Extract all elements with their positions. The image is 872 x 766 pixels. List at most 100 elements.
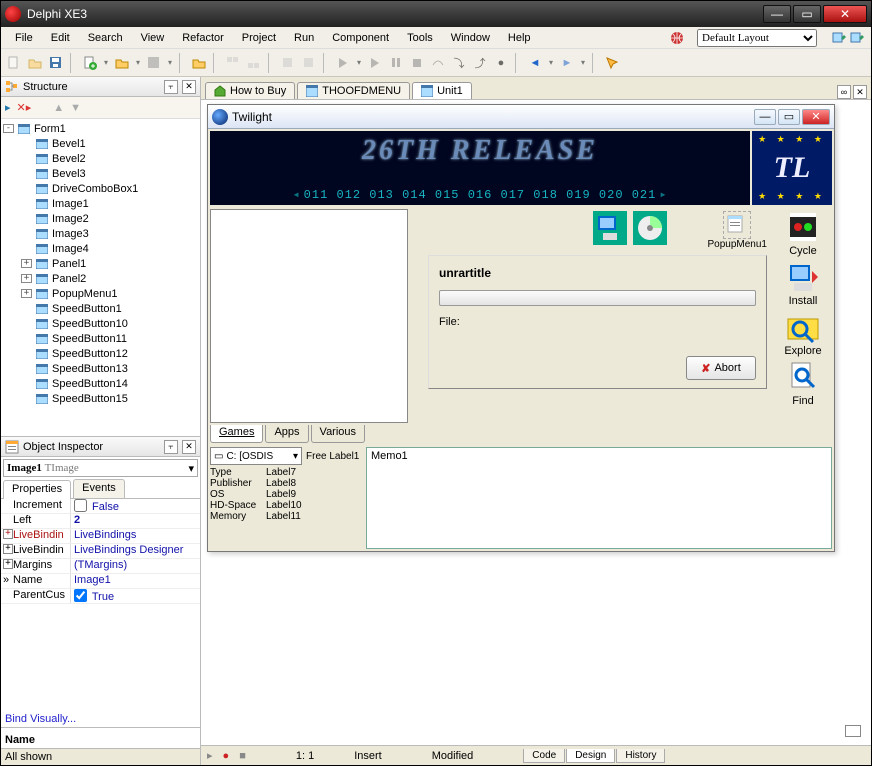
step-over-icon[interactable] [429, 54, 447, 72]
file-tab[interactable]: How to Buy [205, 82, 295, 99]
bind-visually-link[interactable]: Bind Visually... [1, 711, 200, 727]
tree-item[interactable]: SpeedButton15 [1, 391, 200, 406]
add-file-icon[interactable] [81, 54, 99, 72]
install-icon[interactable] [786, 261, 820, 295]
disc-icon[interactable] [633, 211, 667, 245]
dform-max-button[interactable]: ▭ [778, 109, 800, 125]
tab-design[interactable]: Design [566, 749, 615, 763]
sb-stop-icon[interactable]: ■ [239, 750, 246, 762]
sb-record-icon[interactable]: ● [223, 750, 230, 762]
globe-icon[interactable] [669, 30, 685, 46]
tree-form1[interactable]: Form1 [34, 123, 66, 135]
sb-arrow-icon[interactable]: ▸ [207, 749, 213, 762]
group2-icon[interactable] [245, 54, 263, 72]
tree-item[interactable]: Image3 [1, 226, 200, 241]
group4-icon[interactable] [300, 54, 318, 72]
designed-form[interactable]: Twilight — ▭ ✕ 26TH RELEASE ◂011 012 013… [207, 104, 835, 552]
save-project-icon[interactable] [145, 54, 163, 72]
menu-project[interactable]: Project [234, 30, 284, 46]
struct-delete-icon[interactable]: ✕▸ [17, 101, 32, 114]
object-selector[interactable]: Image1 TImage ▾ [3, 459, 198, 477]
tree-item[interactable]: SpeedButton1 [1, 301, 200, 316]
structure-close-icon[interactable]: ✕ [182, 80, 196, 94]
file-tab[interactable]: Unit1 [412, 82, 472, 99]
tree-item[interactable]: SpeedButton12 [1, 346, 200, 361]
inspector-pin-icon[interactable]: ⫟ [164, 440, 178, 454]
tree-item[interactable]: +Panel1 [1, 256, 200, 271]
tabs-close-icon[interactable]: ✕ [853, 85, 867, 99]
save-layout-icon[interactable] [831, 30, 847, 46]
tab-history[interactable]: History [616, 749, 665, 763]
menu-search[interactable]: Search [80, 30, 131, 46]
tree-item[interactable]: Bevel1 [1, 136, 200, 151]
run-nodebug-icon[interactable] [366, 54, 384, 72]
step-out-icon[interactable]: ⤴ [471, 54, 489, 72]
explore-icon[interactable] [786, 311, 820, 345]
back-icon[interactable]: ◄ [526, 54, 544, 72]
drive-combo[interactable]: ▭C: [OSDIS▾ [210, 447, 302, 465]
struct-down-icon[interactable]: ▼ [70, 102, 81, 114]
menu-component[interactable]: Component [324, 30, 397, 46]
tree-item[interactable]: SpeedButton11 [1, 331, 200, 346]
prop-row[interactable]: LiveBindinLiveBindings Designer [1, 544, 200, 559]
struct-expand-icon[interactable]: ▸ [5, 101, 11, 114]
tree-item[interactable]: +PopupMenu1 [1, 286, 200, 301]
tree-item[interactable]: DriveComboBox1 [1, 181, 200, 196]
list-box[interactable] [210, 209, 408, 423]
memo[interactable]: Memo1 [366, 447, 832, 549]
tree-item[interactable]: Bevel3 [1, 166, 200, 181]
structure-tree[interactable]: -Form1 Bevel1Bevel2Bevel3DriveComboBox1I… [1, 119, 200, 436]
tree-item[interactable]: Bevel2 [1, 151, 200, 166]
menu-run[interactable]: Run [286, 30, 322, 46]
prop-row[interactable]: NameImage1 [1, 574, 200, 589]
tabs-expand-icon[interactable]: ∞ [837, 85, 851, 99]
menu-edit[interactable]: Edit [43, 30, 78, 46]
abort-button[interactable]: ✘ Abort [686, 356, 756, 380]
tree-item[interactable]: SpeedButton10 [1, 316, 200, 331]
open-icon[interactable] [26, 54, 44, 72]
prop-row[interactable]: ParentCus True [1, 589, 200, 604]
group3-icon[interactable] [279, 54, 297, 72]
open-project-icon[interactable] [113, 54, 131, 72]
tab-properties[interactable]: Properties [3, 480, 71, 499]
tab-games[interactable]: Games [210, 425, 263, 443]
struct-up-icon[interactable]: ▲ [53, 102, 64, 114]
menu-window[interactable]: Window [443, 30, 498, 46]
tree-item[interactable]: Image1 [1, 196, 200, 211]
property-grid[interactable]: Increment FalseLeft2LiveBindinLiveBindin… [1, 499, 200, 711]
prop-row[interactable]: Left2 [1, 514, 200, 529]
save-icon[interactable] [47, 54, 65, 72]
design-surface[interactable]: Twilight — ▭ ✕ 26TH RELEASE ◂011 012 013… [201, 99, 871, 745]
stop-icon[interactable] [408, 54, 426, 72]
group1-icon[interactable] [224, 54, 242, 72]
tree-item[interactable]: Image2 [1, 211, 200, 226]
tree-item[interactable]: SpeedButton13 [1, 361, 200, 376]
step-into-icon[interactable]: ⤵ [450, 54, 468, 72]
menu-help[interactable]: Help [500, 30, 539, 46]
help-icon[interactable] [603, 54, 621, 72]
tree-item[interactable]: +Panel2 [1, 271, 200, 286]
prop-row[interactable]: Increment False [1, 499, 200, 514]
prop-row[interactable]: LiveBindinLiveBindings [1, 529, 200, 544]
file-tab[interactable]: THOOFDMENU [297, 82, 410, 99]
tab-apps[interactable]: Apps [265, 425, 308, 443]
layout-combo[interactable]: Default Layout [697, 29, 817, 47]
tab-various[interactable]: Various [311, 425, 365, 443]
tree-item[interactable]: SpeedButton14 [1, 376, 200, 391]
tree-item[interactable]: Image4 [1, 241, 200, 256]
dform-close-button[interactable]: ✕ [802, 109, 830, 125]
maximize-button[interactable]: ▭ [793, 5, 821, 23]
resize-handle-icon[interactable] [845, 725, 861, 737]
cycle-icon[interactable] [786, 211, 820, 245]
fwd-icon[interactable]: ► [558, 54, 576, 72]
menu-file[interactable]: File [7, 30, 41, 46]
minimize-button[interactable]: — [763, 5, 791, 23]
run-icon[interactable] [334, 54, 352, 72]
breakpoint-icon[interactable]: ● [492, 54, 510, 72]
find-icon[interactable] [786, 361, 820, 395]
popupmenu-icon[interactable] [723, 211, 751, 239]
folder-icon[interactable] [190, 54, 208, 72]
tab-events[interactable]: Events [73, 479, 125, 498]
inspector-close-icon[interactable]: ✕ [182, 440, 196, 454]
close-button[interactable]: ✕ [823, 5, 867, 23]
